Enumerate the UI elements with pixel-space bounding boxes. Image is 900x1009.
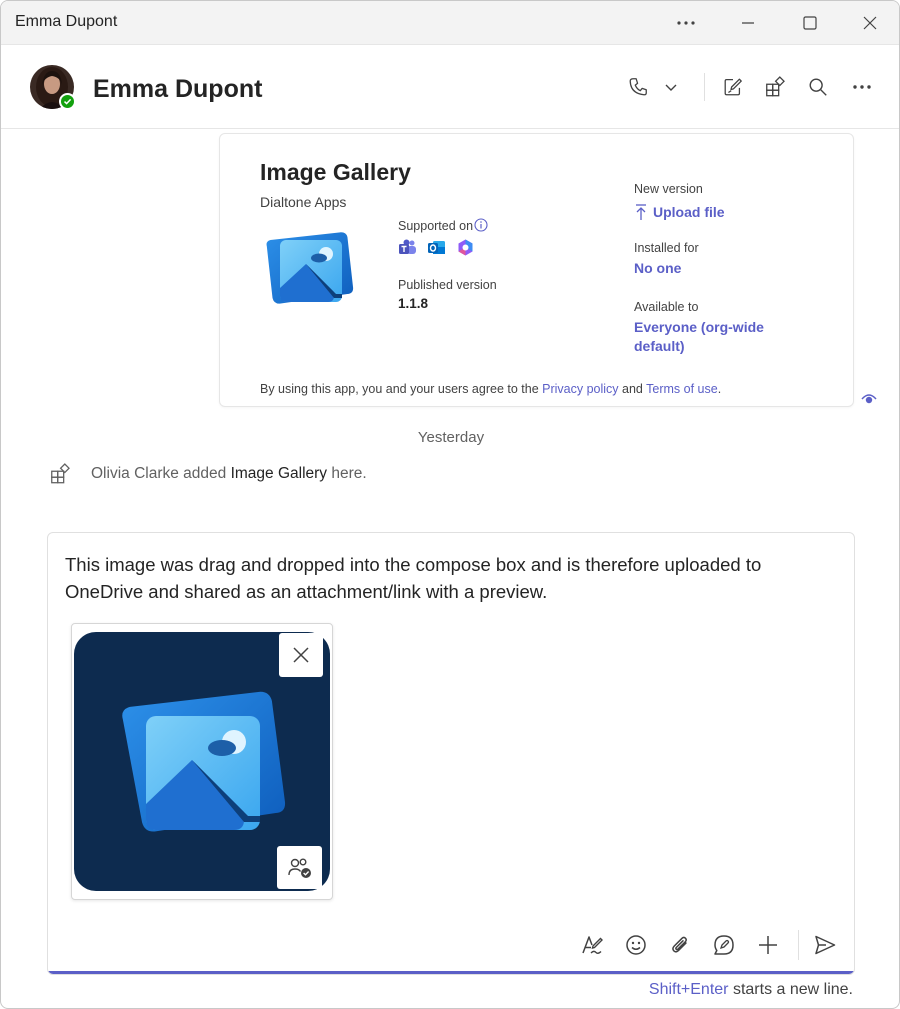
published-version-value: 1.1.8 bbox=[398, 296, 429, 311]
installed-for-label: Installed for bbox=[634, 241, 699, 255]
send-icon bbox=[815, 935, 836, 955]
contact-name: Emma Dupont bbox=[93, 75, 263, 103]
system-message: Olivia Clarke added Image Gallery here. bbox=[49, 461, 367, 487]
minimize-button[interactable] bbox=[728, 7, 768, 39]
search-button[interactable] bbox=[802, 71, 834, 103]
privacy-policy-link[interactable]: Privacy policy bbox=[542, 382, 618, 396]
system-message-text: Olivia Clarke added Image Gallery here. bbox=[91, 465, 367, 482]
supported-platforms bbox=[398, 238, 475, 257]
header-divider bbox=[704, 73, 705, 101]
maximize-icon bbox=[803, 16, 817, 30]
emoji-button[interactable] bbox=[620, 929, 652, 961]
loop-chat-icon bbox=[714, 935, 734, 955]
terms-of-use-link[interactable]: Terms of use bbox=[646, 382, 718, 396]
people-check-icon bbox=[287, 858, 311, 878]
app-publisher: Dialtone Apps bbox=[260, 194, 347, 210]
compose-message-text[interactable]: This image was drag and dropped into the… bbox=[65, 551, 825, 605]
outlook-icon bbox=[428, 241, 445, 254]
app-card[interactable]: Image Gallery Dialtone Apps Supported on… bbox=[219, 133, 854, 407]
text-format-icon bbox=[582, 936, 603, 954]
compose-edit-icon bbox=[724, 78, 742, 96]
upload-file-label: Upload file bbox=[653, 204, 725, 220]
teams-icon bbox=[399, 239, 416, 254]
send-button[interactable] bbox=[809, 929, 841, 961]
remove-attachment-button[interactable] bbox=[279, 633, 323, 677]
presence-available-icon bbox=[59, 93, 76, 110]
attach-file-button[interactable] bbox=[664, 929, 696, 961]
more-options-button[interactable] bbox=[666, 7, 706, 39]
chat-header: Emma Dupont bbox=[1, 45, 899, 129]
available-to-label: Available to bbox=[634, 300, 699, 314]
loop-component-button[interactable] bbox=[708, 929, 740, 961]
compose-focus-underline bbox=[48, 971, 854, 974]
system-message-app: Image Gallery bbox=[230, 465, 328, 482]
image-gallery-app-icon bbox=[266, 232, 354, 304]
apps-button[interactable] bbox=[759, 71, 791, 103]
close-window-button[interactable] bbox=[850, 7, 890, 39]
shortcut-key: Shift+Enter bbox=[648, 981, 729, 998]
format-button[interactable] bbox=[576, 929, 608, 961]
sharing-permissions-button[interactable] bbox=[277, 846, 322, 889]
published-version-label: Published version bbox=[398, 278, 497, 292]
app-title: Image Gallery bbox=[260, 159, 411, 185]
terms-text: By using this app, you and your users ag… bbox=[260, 382, 722, 396]
phone-icon bbox=[629, 78, 647, 96]
compose-box[interactable]: This image was drag and dropped into the… bbox=[47, 532, 855, 975]
apps-add-icon bbox=[51, 463, 70, 484]
supported-on-label: Supported on bbox=[398, 219, 474, 233]
date-divider: Yesterday bbox=[417, 429, 485, 446]
compose-toolbar bbox=[576, 929, 853, 961]
more-apps-button[interactable] bbox=[752, 929, 784, 961]
chevron-down-icon bbox=[665, 84, 677, 91]
emoji-icon bbox=[626, 935, 646, 955]
more-horizontal-icon bbox=[853, 85, 871, 89]
new-line-hint: Shift+Enter starts a new line. bbox=[648, 981, 853, 998]
edit-button[interactable] bbox=[717, 71, 749, 103]
more-actions-button[interactable] bbox=[846, 71, 878, 103]
chat-window: Emma Dupont Emma Dupont Image Gallery Di… bbox=[0, 0, 900, 1009]
close-icon bbox=[293, 647, 309, 663]
title-bar: Emma Dupont bbox=[1, 1, 899, 45]
available-to-link[interactable]: Everyone (org-wide bbox=[634, 319, 764, 335]
apps-add-icon bbox=[766, 76, 785, 97]
seen-eye-icon bbox=[861, 394, 877, 404]
installed-for-link[interactable]: No one bbox=[634, 260, 681, 276]
available-to-link-continued[interactable]: default) bbox=[634, 338, 685, 354]
new-version-label: New version bbox=[634, 182, 703, 196]
info-icon[interactable] bbox=[474, 218, 488, 232]
window-title: Emma Dupont bbox=[15, 13, 118, 30]
microsoft-365-icon bbox=[458, 239, 473, 256]
call-button[interactable] bbox=[622, 71, 654, 103]
paperclip-icon bbox=[672, 936, 687, 953]
upload-file-link[interactable]: Upload file bbox=[634, 203, 725, 221]
maximize-button[interactable] bbox=[790, 7, 830, 39]
call-options-dropdown[interactable] bbox=[655, 71, 687, 103]
plus-icon bbox=[759, 936, 777, 954]
search-icon bbox=[809, 78, 827, 96]
upload-arrow-icon bbox=[636, 204, 646, 220]
toolbar-divider bbox=[798, 930, 799, 960]
close-icon bbox=[863, 16, 877, 30]
minimize-icon bbox=[742, 22, 754, 24]
image-attachment-preview[interactable] bbox=[71, 623, 333, 900]
more-horizontal-icon bbox=[677, 21, 695, 25]
